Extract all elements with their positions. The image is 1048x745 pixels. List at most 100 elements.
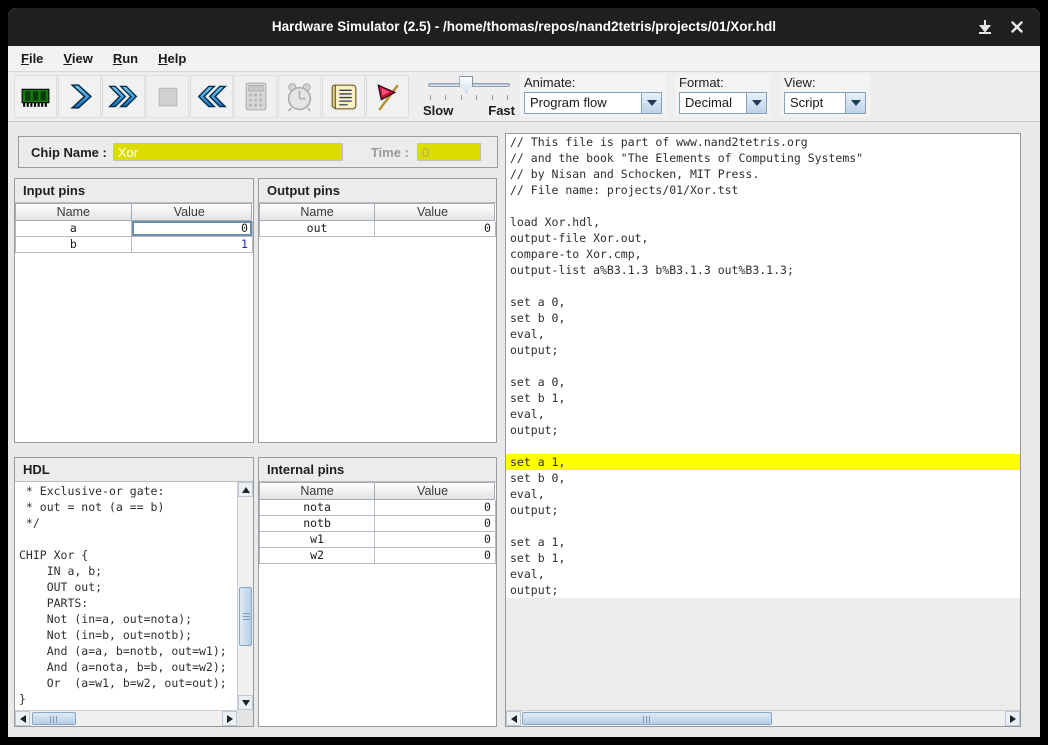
view-combo-value: Script (785, 93, 845, 113)
clock-button (278, 75, 321, 118)
close-icon[interactable] (1008, 18, 1026, 36)
app-window: Hardware Simulator (2.5) - /home/thomas/… (8, 8, 1040, 737)
code-line: set a 1, (506, 534, 1020, 550)
pin-row-b: b1 (15, 237, 253, 253)
code-line: set b 0, (506, 310, 1020, 326)
slider-ticks (430, 95, 508, 100)
rewind-icon (195, 80, 228, 113)
code-line: CHIP Xor { (15, 547, 237, 563)
pin-name-w1: w1 (259, 532, 375, 548)
menu-bar: File View Run Help (8, 46, 1040, 72)
chip-name-field[interactable]: Xor (113, 143, 343, 161)
code-line: And (a=nota, b=b, out=w2); (15, 659, 237, 675)
code-line: IN a, b; (15, 563, 237, 579)
column-header-name: Name (259, 203, 375, 221)
scroll-up-icon[interactable] (238, 482, 253, 497)
code-line: * Exclusive-or gate: (15, 483, 237, 499)
chevron-down-icon[interactable] (845, 93, 865, 113)
title-bar: Hardware Simulator (2.5) - /home/thomas/… (8, 8, 1040, 46)
run-button[interactable] (102, 75, 145, 118)
input-pins-panel: Input pins NameValuea0b1 (14, 178, 254, 443)
code-line: OUT out; (15, 579, 237, 595)
menu-help[interactable]: Help (155, 49, 189, 68)
internal-pins-title: Internal pins (259, 458, 496, 482)
pin-value-out[interactable]: 0 (375, 221, 496, 237)
format-combo[interactable]: Decimal (679, 92, 767, 114)
internal-pins-panel: Internal pins NameValuenota0notb0w10w20 (258, 457, 497, 727)
code-line: set b 0, (506, 470, 1020, 486)
scroll-left-icon[interactable] (506, 711, 521, 726)
hdl-horizontal-scrollbar[interactable] (15, 710, 237, 726)
pin-value-w2[interactable]: 0 (375, 548, 496, 564)
pin-value-a[interactable]: 0 (132, 221, 253, 237)
code-line (506, 278, 1020, 294)
main-area: Chip Name : Xor Time : 0 Input pins Name… (8, 123, 1040, 737)
step-icon (63, 80, 96, 113)
code-line (506, 518, 1020, 534)
slider-thumb[interactable] (459, 76, 473, 93)
code-line: set a 0, (506, 294, 1020, 310)
pin-row-nota: nota0 (259, 500, 496, 516)
reset-button[interactable] (190, 75, 233, 118)
code-line: set b 1, (506, 390, 1020, 406)
script-horizontal-scrollbar[interactable] (506, 710, 1020, 726)
code-line: Or (a=w1, b=w2, out=out); (15, 675, 237, 691)
code-line: set a 0, (506, 374, 1020, 390)
slider-fast-label: Fast (488, 103, 515, 118)
pin-name-notb: notb (259, 516, 375, 532)
time-value: 0 (422, 145, 429, 160)
hdl-vertical-scrollbar[interactable] (237, 482, 253, 710)
single-step-button[interactable] (58, 75, 101, 118)
script-panel: // This file is part of www.nand2tetris.… (505, 133, 1021, 727)
code-line (506, 358, 1020, 374)
chip-bar: Chip Name : Xor Time : 0 (18, 136, 498, 168)
view-combo[interactable]: Script (784, 92, 866, 114)
code-line: output; (506, 502, 1020, 518)
animate-combo[interactable]: Program flow (524, 92, 662, 114)
stop-icon (151, 80, 184, 113)
code-line: // by Nisan and Schocken, MIT Press. (506, 166, 1020, 182)
scroll-right-icon[interactable] (222, 711, 237, 726)
scroll-right-icon[interactable] (1005, 711, 1020, 726)
menu-view[interactable]: View (60, 49, 95, 68)
speed-slider[interactable]: Slow Fast (421, 74, 517, 120)
chevron-down-icon[interactable] (641, 93, 661, 113)
view-combo-group: View:Script (780, 74, 870, 117)
code-line: output; (506, 422, 1020, 438)
pin-name-b: b (15, 237, 132, 253)
window-title: Hardware Simulator (2.5) - /home/thomas/… (8, 8, 1040, 46)
load-chip-button[interactable] (14, 75, 57, 118)
desktop-frame: Hardware Simulator (2.5) - /home/thomas/… (0, 0, 1048, 745)
pin-row-notb: notb0 (259, 516, 496, 532)
script-code: // This file is part of www.nand2tetris.… (506, 134, 1020, 710)
script-hscroll-thumb[interactable] (522, 712, 772, 725)
pin-value-b[interactable]: 1 (132, 237, 253, 253)
minimize-icon[interactable] (976, 18, 994, 36)
hdl-hscroll-thumb[interactable] (32, 712, 76, 725)
column-header-value: Value (131, 203, 252, 221)
pin-value-w1[interactable]: 0 (375, 532, 496, 548)
flag-icon (371, 80, 404, 113)
pin-value-nota[interactable]: 0 (375, 500, 496, 516)
pin-name-out: out (259, 221, 375, 237)
hdl-vscroll-thumb[interactable] (239, 587, 252, 646)
menu-file[interactable]: File (18, 49, 46, 68)
scroll-left-icon[interactable] (15, 711, 30, 726)
code-line: eval, (506, 566, 1020, 582)
code-line: } (15, 691, 237, 707)
pin-value-notb[interactable]: 0 (375, 516, 496, 532)
chevron-down-icon[interactable] (746, 93, 766, 113)
column-header-name: Name (259, 482, 375, 500)
format-combo-label: Format: (679, 75, 767, 90)
code-line: compare-to Xor.cmp, (506, 246, 1020, 262)
current-script-line: set a 1, (506, 454, 1020, 470)
view-script-button[interactable] (322, 75, 365, 118)
code-line: * out = not (a == b) (15, 499, 237, 515)
hdl-title: HDL (15, 458, 253, 482)
code-line: eval, (506, 486, 1020, 502)
menu-run[interactable]: Run (110, 49, 141, 68)
pin-name-w2: w2 (259, 548, 375, 564)
breakpoints-button[interactable] (366, 75, 409, 118)
column-header-value: Value (374, 482, 495, 500)
scroll-down-icon[interactable] (238, 695, 253, 710)
